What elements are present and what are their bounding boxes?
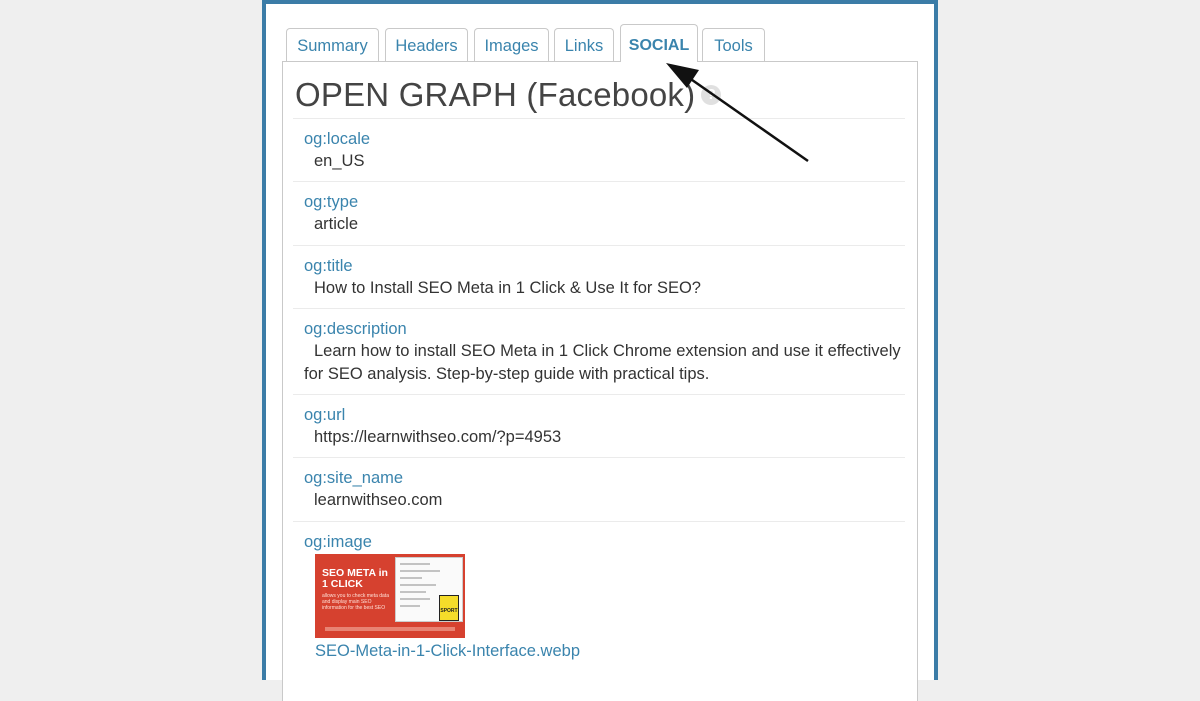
og-key: og:type <box>304 193 359 211</box>
thumbnail-screenshot: SPORT <box>395 557 463 622</box>
og-row-image: og:image SEO META in 1 CLICK allows you … <box>293 521 905 681</box>
extension-panel: Summary Headers Images Links SOCIAL Tool… <box>262 0 938 701</box>
og-image-thumbnail[interactable]: SEO META in 1 CLICK allows you to check … <box>315 554 465 638</box>
og-value: learnwithseo.com <box>314 491 443 509</box>
help-icon[interactable]: ? <box>701 85 722 106</box>
tab-tools[interactable]: Tools <box>702 28 765 61</box>
tab-images[interactable]: Images <box>474 28 549 61</box>
og-key: og:image <box>304 533 372 551</box>
thumbnail-title: SEO META in 1 CLICK <box>322 567 388 590</box>
tab-social[interactable]: SOCIAL <box>620 24 698 62</box>
og-row-type: og:type article <box>293 181 905 245</box>
og-row-url: og:url https://learnwithseo.com/?p=4953 <box>293 394 905 457</box>
og-row-site-name: og:site_name learnwithseo.com <box>293 457 905 521</box>
og-key: og:site_name <box>304 469 404 487</box>
thumbnail-badge: SPORT <box>439 595 459 621</box>
og-value: https://learnwithseo.com/?p=4953 <box>314 428 562 446</box>
tab-bar: Summary Headers Images Links SOCIAL Tool… <box>286 24 922 62</box>
og-key: og:url <box>304 406 346 424</box>
og-image-link[interactable]: SEO-Meta-in-1-Click-Interface.webp <box>315 639 905 663</box>
social-content: OPEN GRAPH (Facebook)? og:locale en_US o… <box>282 61 918 701</box>
og-value: en_US <box>314 152 365 170</box>
page-title: OPEN GRAPH (Facebook)? <box>295 76 722 114</box>
og-key: og:description <box>304 320 407 338</box>
og-key: og:locale <box>304 130 371 148</box>
og-row-locale: og:locale en_US <box>293 118 905 181</box>
tab-headers[interactable]: Headers <box>385 28 468 61</box>
heading-text: OPEN GRAPH (Facebook) <box>295 76 696 113</box>
og-value: article <box>314 215 359 233</box>
og-value: How to Install SEO Meta in 1 Click & Use… <box>314 279 701 297</box>
thumbnail-footer-bar <box>325 627 455 631</box>
tab-links[interactable]: Links <box>554 28 614 61</box>
og-row-title: og:title How to Install SEO Meta in 1 Cl… <box>293 245 905 308</box>
og-row-description: og:description Learn how to install SEO … <box>293 308 905 394</box>
og-key: og:title <box>304 257 353 275</box>
og-value: Learn how to install SEO Meta in 1 Click… <box>304 342 901 383</box>
og-table: og:locale en_US og:type article og:title… <box>293 118 905 681</box>
tab-summary[interactable]: Summary <box>286 28 379 61</box>
thumbnail-text: allows you to check meta data and displa… <box>322 593 389 611</box>
